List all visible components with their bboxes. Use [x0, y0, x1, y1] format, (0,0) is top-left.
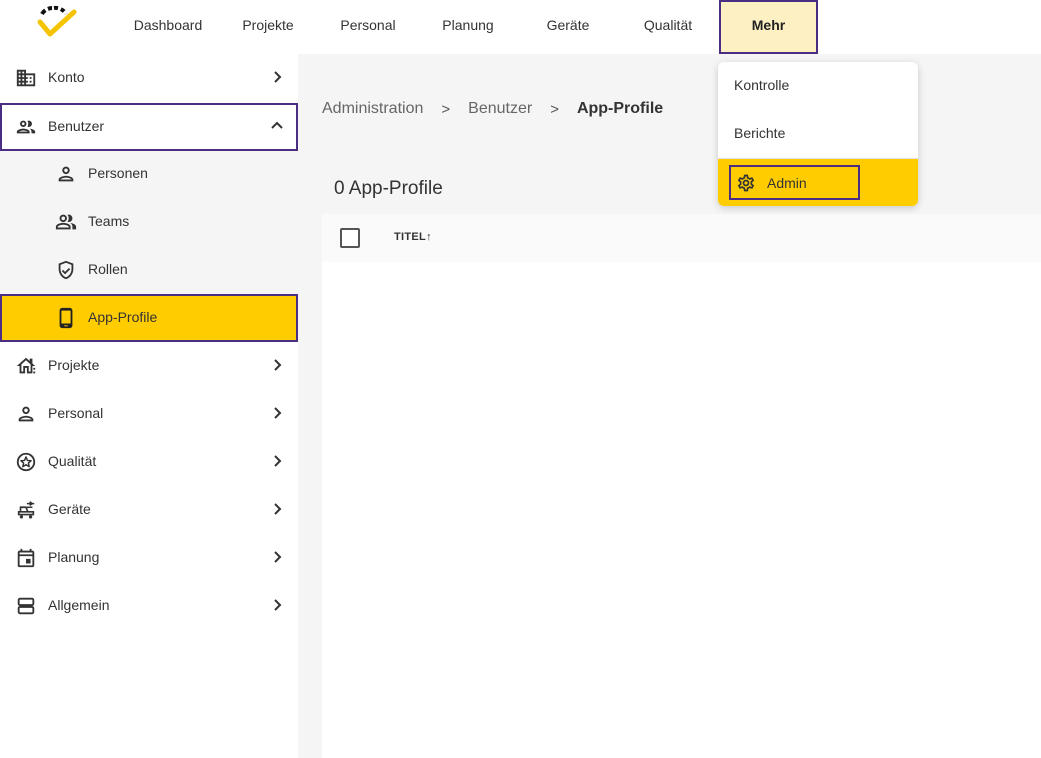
- equipment-icon: [15, 499, 37, 521]
- breadcrumb-separator: >: [550, 100, 559, 118]
- breadcrumb: Administration > Benutzer > App-Profile: [322, 100, 663, 118]
- sidebar-subitem-teams[interactable]: Teams: [0, 198, 298, 246]
- sidebar-item-qualitaet[interactable]: Qualität: [0, 438, 298, 486]
- nav-projekte[interactable]: Projekte: [232, 0, 304, 54]
- sidebar-item-allgemein[interactable]: Allgemein: [0, 582, 298, 630]
- sidebar-item-label: Teams: [88, 213, 130, 229]
- sidebar-item-label: Geräte: [48, 501, 91, 517]
- select-all-checkbox[interactable]: [340, 228, 360, 248]
- sidebar-subitem-personen[interactable]: Personen: [0, 150, 298, 198]
- sidebar-item-planung[interactable]: Planung: [0, 534, 298, 582]
- sidebar-item-benutzer[interactable]: Benutzer: [0, 103, 298, 151]
- shield-check-icon: [55, 259, 77, 281]
- city-icon: [15, 355, 37, 377]
- breadcrumb-current: App-Profile: [576, 100, 664, 117]
- nav-planung[interactable]: Planung: [432, 0, 504, 54]
- chevron-right-icon: [269, 597, 285, 613]
- storage-icon: [15, 595, 37, 617]
- data-table: TITEL↑: [322, 214, 1041, 758]
- sidebar-item-label: Benutzer: [48, 118, 105, 134]
- chevron-right-icon: [269, 405, 285, 421]
- menu-item-admin[interactable]: Admin: [718, 159, 918, 206]
- chevron-right-icon: [269, 453, 285, 469]
- nav-geraete[interactable]: Geräte: [532, 0, 604, 54]
- sidebar-item-label: Planung: [48, 549, 100, 565]
- menu-item-label: Admin: [767, 175, 807, 191]
- gear-icon: [736, 173, 756, 193]
- chevron-right-icon: [269, 69, 285, 85]
- sort-arrow-icon: ↑: [426, 231, 432, 243]
- sidebar: Konto Benutzer Personen Teams Rollen App…: [0, 54, 298, 758]
- building-icon: [15, 67, 37, 89]
- menu-item-berichte[interactable]: Berichte: [718, 110, 918, 158]
- menu-item-label: Berichte: [734, 125, 786, 141]
- sidebar-item-konto[interactable]: Konto: [0, 54, 298, 102]
- nav-dashboard[interactable]: Dashboard: [128, 0, 208, 54]
- sidebar-item-label: Qualität: [48, 453, 97, 469]
- breadcrumb-administration[interactable]: Administration: [322, 100, 423, 118]
- nav-mehr[interactable]: Mehr: [719, 0, 818, 54]
- breadcrumb-benutzer[interactable]: Benutzer: [468, 100, 532, 118]
- chevron-right-icon: [269, 501, 285, 517]
- sidebar-item-geraete[interactable]: Geräte: [0, 486, 298, 534]
- mehr-dropdown-menu: Kontrolle Berichte Admin: [718, 62, 918, 206]
- sidebar-item-label: Allgemein: [48, 597, 110, 613]
- smartphone-icon: [55, 307, 77, 329]
- sidebar-item-label: Personen: [88, 165, 148, 181]
- users-icon: [15, 116, 37, 138]
- breadcrumb-separator: >: [441, 100, 451, 118]
- menu-item-kontrolle[interactable]: Kontrolle: [718, 62, 918, 110]
- app-logo[interactable]: [36, 4, 80, 40]
- top-navbar: Dashboard Projekte Personal Planung Gerä…: [0, 0, 1041, 54]
- sidebar-item-label: App-Profile: [88, 309, 158, 325]
- calendar-icon: [15, 547, 37, 569]
- sidebar-subitem-rollen[interactable]: Rollen: [0, 246, 298, 294]
- sidebar-item-projekte[interactable]: Projekte: [0, 342, 298, 390]
- sidebar-subitem-app-profile[interactable]: App-Profile: [0, 294, 298, 342]
- sidebar-item-label: Konto: [48, 69, 85, 85]
- person-icon: [55, 163, 77, 185]
- page-title: 0 App-Profile: [334, 178, 443, 199]
- column-header-titel[interactable]: TITEL↑: [394, 231, 432, 243]
- column-header-label: TITEL: [394, 231, 427, 243]
- admin-highlight[interactable]: Admin: [729, 165, 860, 200]
- nav-qualitaet[interactable]: Qualität: [632, 0, 704, 54]
- sidebar-item-personal[interactable]: Personal: [0, 390, 298, 438]
- sidebar-item-label: Projekte: [48, 357, 100, 373]
- sidebar-item-label: Rollen: [88, 261, 128, 277]
- nav-personal[interactable]: Personal: [332, 0, 404, 54]
- chevron-right-icon: [269, 357, 285, 373]
- star-badge-icon: [15, 451, 37, 473]
- table-header: TITEL↑: [322, 214, 1041, 262]
- menu-item-label: Kontrolle: [734, 77, 790, 93]
- person-icon: [15, 403, 37, 425]
- main-content: Administration > Benutzer > App-Profile …: [298, 54, 1041, 758]
- chevron-up-icon: [269, 118, 285, 134]
- group-icon: [55, 211, 77, 233]
- sidebar-item-label: Personal: [48, 405, 104, 421]
- chevron-right-icon: [269, 549, 285, 565]
